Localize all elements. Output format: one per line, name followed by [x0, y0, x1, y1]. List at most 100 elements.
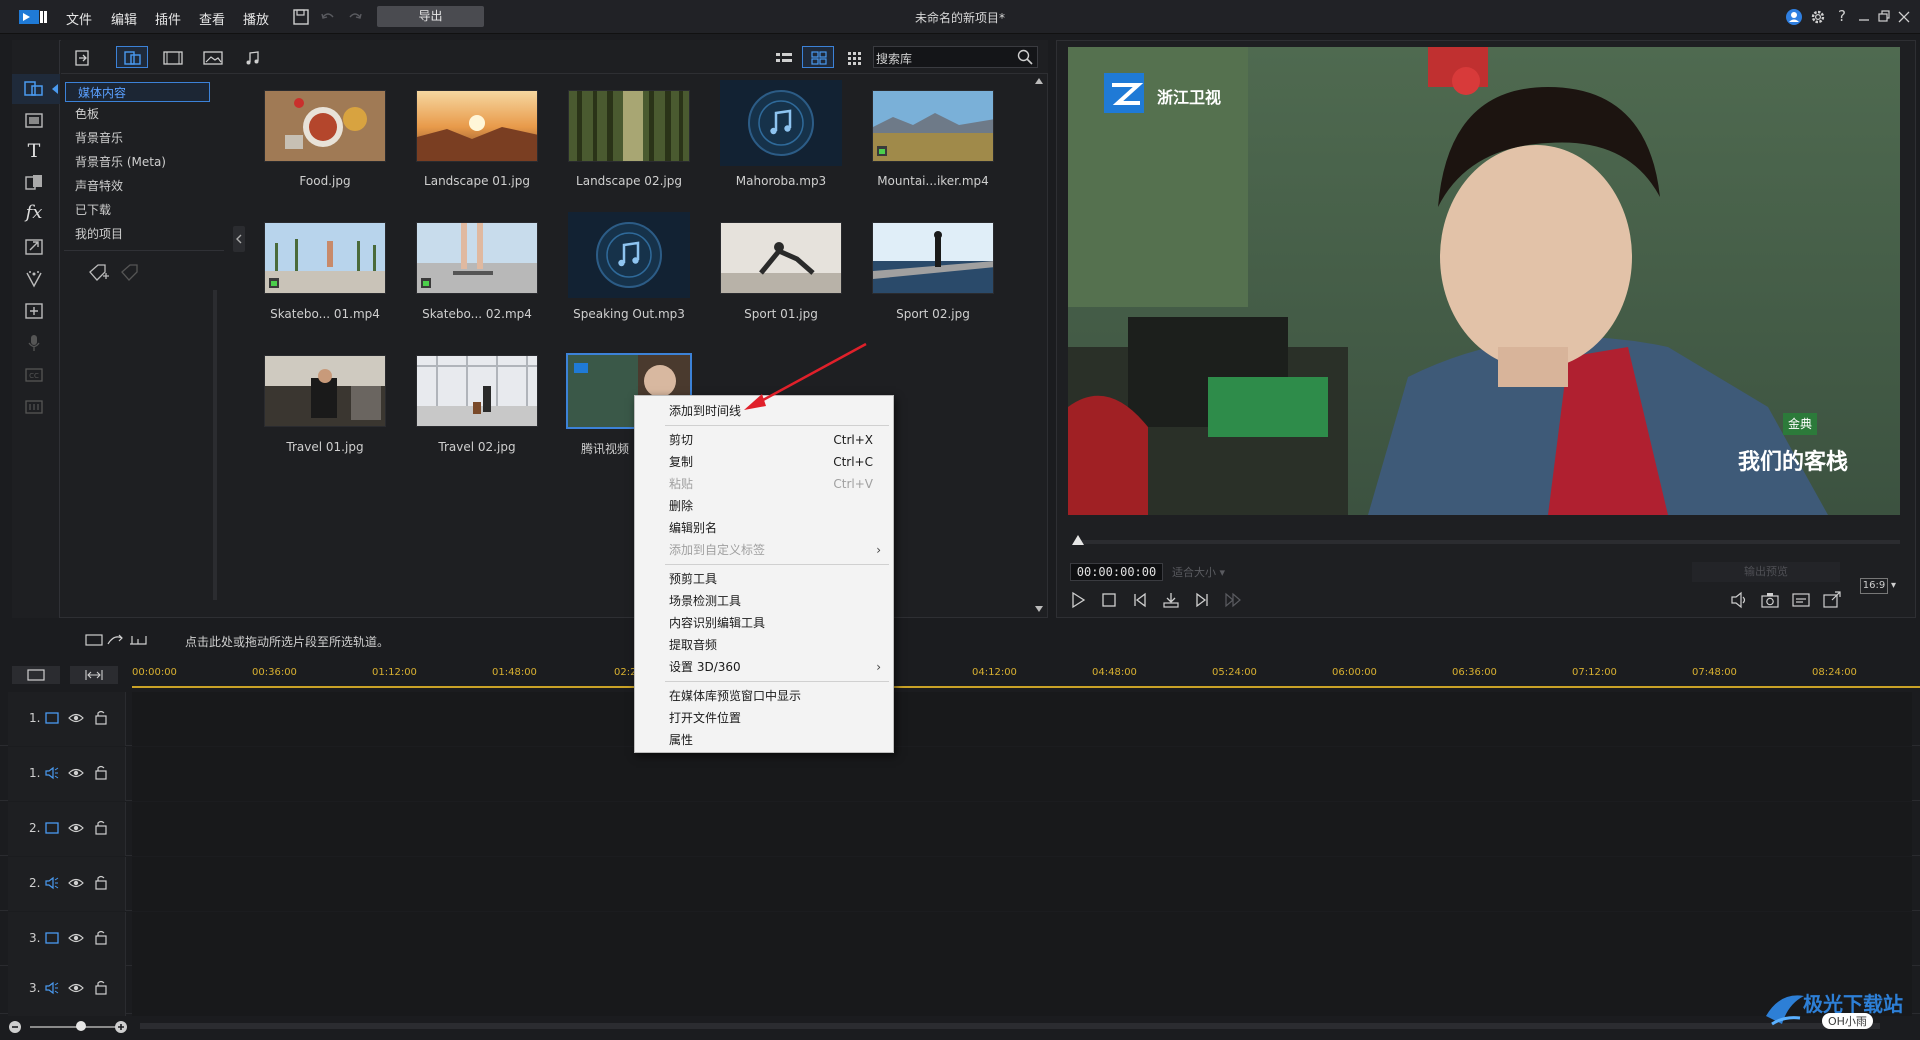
timeline-ruler[interactable]: 00:00:00 00:36:00 01:12:00 01:48:00 02:2… [132, 662, 1920, 688]
menu-file[interactable]: 文件 [66, 9, 92, 28]
captions-room-icon[interactable]: CC [22, 364, 46, 386]
effects-room-icon[interactable]: fx [22, 202, 46, 224]
category-downloaded[interactable]: 已下载 [63, 200, 208, 220]
title-room-icon[interactable]: T [22, 140, 46, 162]
menu-delete[interactable]: 删除 [635, 495, 893, 517]
category-scrollbar[interactable] [213, 290, 217, 600]
thumb-travel-02[interactable] [416, 355, 538, 427]
filter-music-button[interactable] [236, 46, 268, 68]
zoom-out-icon[interactable] [8, 1020, 22, 1034]
ratio-chevron-down-icon[interactable]: ▾ [1891, 580, 1896, 591]
category-sound-effects[interactable]: 声音特效 [63, 176, 208, 196]
lock-icon[interactable] [93, 929, 109, 945]
category-background-music-meta[interactable]: 背景音乐 (Meta) [63, 152, 208, 172]
fast-forward-icon[interactable] [1223, 590, 1243, 610]
split-icon[interactable] [1161, 590, 1181, 610]
thumb-landscape-01[interactable] [416, 90, 538, 162]
menu-properties[interactable]: 属性 [635, 729, 893, 751]
grid-options-icon[interactable] [837, 46, 869, 68]
category-my-projects[interactable]: 我的项目 [63, 224, 208, 244]
library-scrollbar[interactable] [1034, 76, 1044, 614]
menu-cut[interactable]: 剪切 Ctrl+X [635, 429, 893, 451]
collapse-panel-button[interactable] [233, 226, 245, 252]
template-room-icon[interactable] [22, 110, 46, 132]
particle-room-icon[interactable] [22, 268, 46, 290]
menu-trim-tool[interactable]: 预剪工具 [635, 568, 893, 590]
visibility-eye-icon[interactable] [68, 875, 84, 891]
zoom-slider-handle[interactable] [76, 1021, 86, 1031]
thumbnail-view-button[interactable] [802, 46, 834, 68]
remove-tag-icon[interactable] [118, 262, 142, 284]
track-lane[interactable] [132, 692, 1912, 746]
track-lane[interactable] [132, 962, 1912, 1016]
timeline-horizontal-scrollbar[interactable] [140, 1023, 1880, 1029]
add-tag-icon[interactable] [86, 262, 110, 284]
search-icon[interactable] [1016, 48, 1034, 66]
zoom-slider-track[interactable] [30, 1026, 116, 1028]
play-icon[interactable] [1068, 590, 1088, 610]
fit-timeline-button[interactable] [70, 666, 118, 684]
menu-scene-detection[interactable]: 场景检测工具 [635, 590, 893, 612]
next-frame-icon[interactable] [1192, 590, 1212, 610]
lock-icon[interactable] [93, 979, 109, 995]
thumb-skateboard-02[interactable] [416, 222, 538, 294]
category-background-music[interactable]: 背景音乐 [63, 128, 208, 148]
help-icon[interactable]: ? [1832, 7, 1852, 27]
track-lane[interactable] [132, 747, 1912, 801]
visibility-eye-icon[interactable] [68, 820, 84, 836]
menu-extract-audio[interactable]: 提取音频 [635, 634, 893, 656]
thumb-sport-01[interactable] [720, 222, 842, 294]
undo-icon[interactable] [318, 7, 338, 27]
subtitle-room-icon[interactable] [22, 300, 46, 322]
aspect-ratio-select[interactable]: 16:9 [1860, 578, 1888, 594]
menu-set-3d-360[interactable]: 设置 3D/360 › [635, 656, 893, 678]
track-lane[interactable] [132, 912, 1912, 966]
menu-play[interactable]: 播放 [243, 9, 269, 28]
redo-icon[interactable] [345, 7, 365, 27]
thumb-speaking-out-audio[interactable] [568, 212, 690, 298]
undock-preview-icon[interactable] [1822, 590, 1842, 610]
account-icon[interactable] [1784, 7, 1804, 27]
restore-icon[interactable] [1874, 7, 1894, 27]
previous-frame-icon[interactable] [1130, 590, 1150, 610]
visibility-eye-icon[interactable] [68, 980, 84, 996]
pip-room-icon[interactable] [22, 236, 46, 258]
preview-scrub-bar[interactable] [1076, 540, 1900, 544]
category-media-content[interactable]: 媒体内容 [65, 82, 210, 102]
voiceover-room-icon[interactable] [22, 332, 46, 354]
menu-plugins[interactable]: 插件 [155, 9, 181, 28]
timeline-tools-icon[interactable] [84, 630, 156, 650]
track-lane[interactable] [132, 857, 1912, 911]
category-color-board[interactable]: 色板 [63, 104, 208, 124]
filter-image-button[interactable] [196, 46, 228, 68]
list-view-button[interactable] [767, 46, 799, 68]
zoom-in-icon[interactable] [114, 1020, 128, 1034]
menu-edit[interactable]: 编辑 [111, 9, 137, 28]
lock-icon[interactable] [93, 819, 109, 835]
thumb-landscape-02[interactable] [568, 90, 690, 162]
snapshot-camera-icon[interactable] [1760, 590, 1780, 610]
thumb-sport-02[interactable] [872, 222, 994, 294]
filter-media-button[interactable] [116, 46, 148, 68]
menu-edit-alias[interactable]: 编辑别名 [635, 517, 893, 539]
menu-open-file-location[interactable]: 打开文件位置 [635, 707, 893, 729]
visibility-eye-icon[interactable] [68, 710, 84, 726]
menu-copy[interactable]: 复制 Ctrl+C [635, 451, 893, 473]
menu-content-aware-editing[interactable]: 内容识别编辑工具 [635, 612, 893, 634]
thumb-skateboard-01[interactable] [264, 222, 386, 294]
thumb-food[interactable] [264, 90, 386, 162]
lock-icon[interactable] [93, 764, 109, 780]
export-button[interactable]: 导出 [377, 6, 484, 27]
thumb-mountain-hiker[interactable] [872, 90, 994, 162]
track-lane[interactable] [132, 802, 1912, 856]
thumb-travel-01[interactable] [264, 355, 386, 427]
minimize-icon[interactable] [1854, 7, 1874, 27]
filter-video-button[interactable] [156, 46, 188, 68]
lock-icon[interactable] [93, 874, 109, 890]
preview-scrub-handle[interactable] [1072, 535, 1084, 545]
timecode-display[interactable]: 00:00:00:00 [1070, 563, 1163, 581]
thumb-mahoroba-audio[interactable] [720, 80, 842, 166]
fit-size-select[interactable]: 适合大小 ▾ [1172, 564, 1225, 580]
save-icon[interactable] [291, 7, 311, 27]
lock-icon[interactable] [93, 709, 109, 725]
